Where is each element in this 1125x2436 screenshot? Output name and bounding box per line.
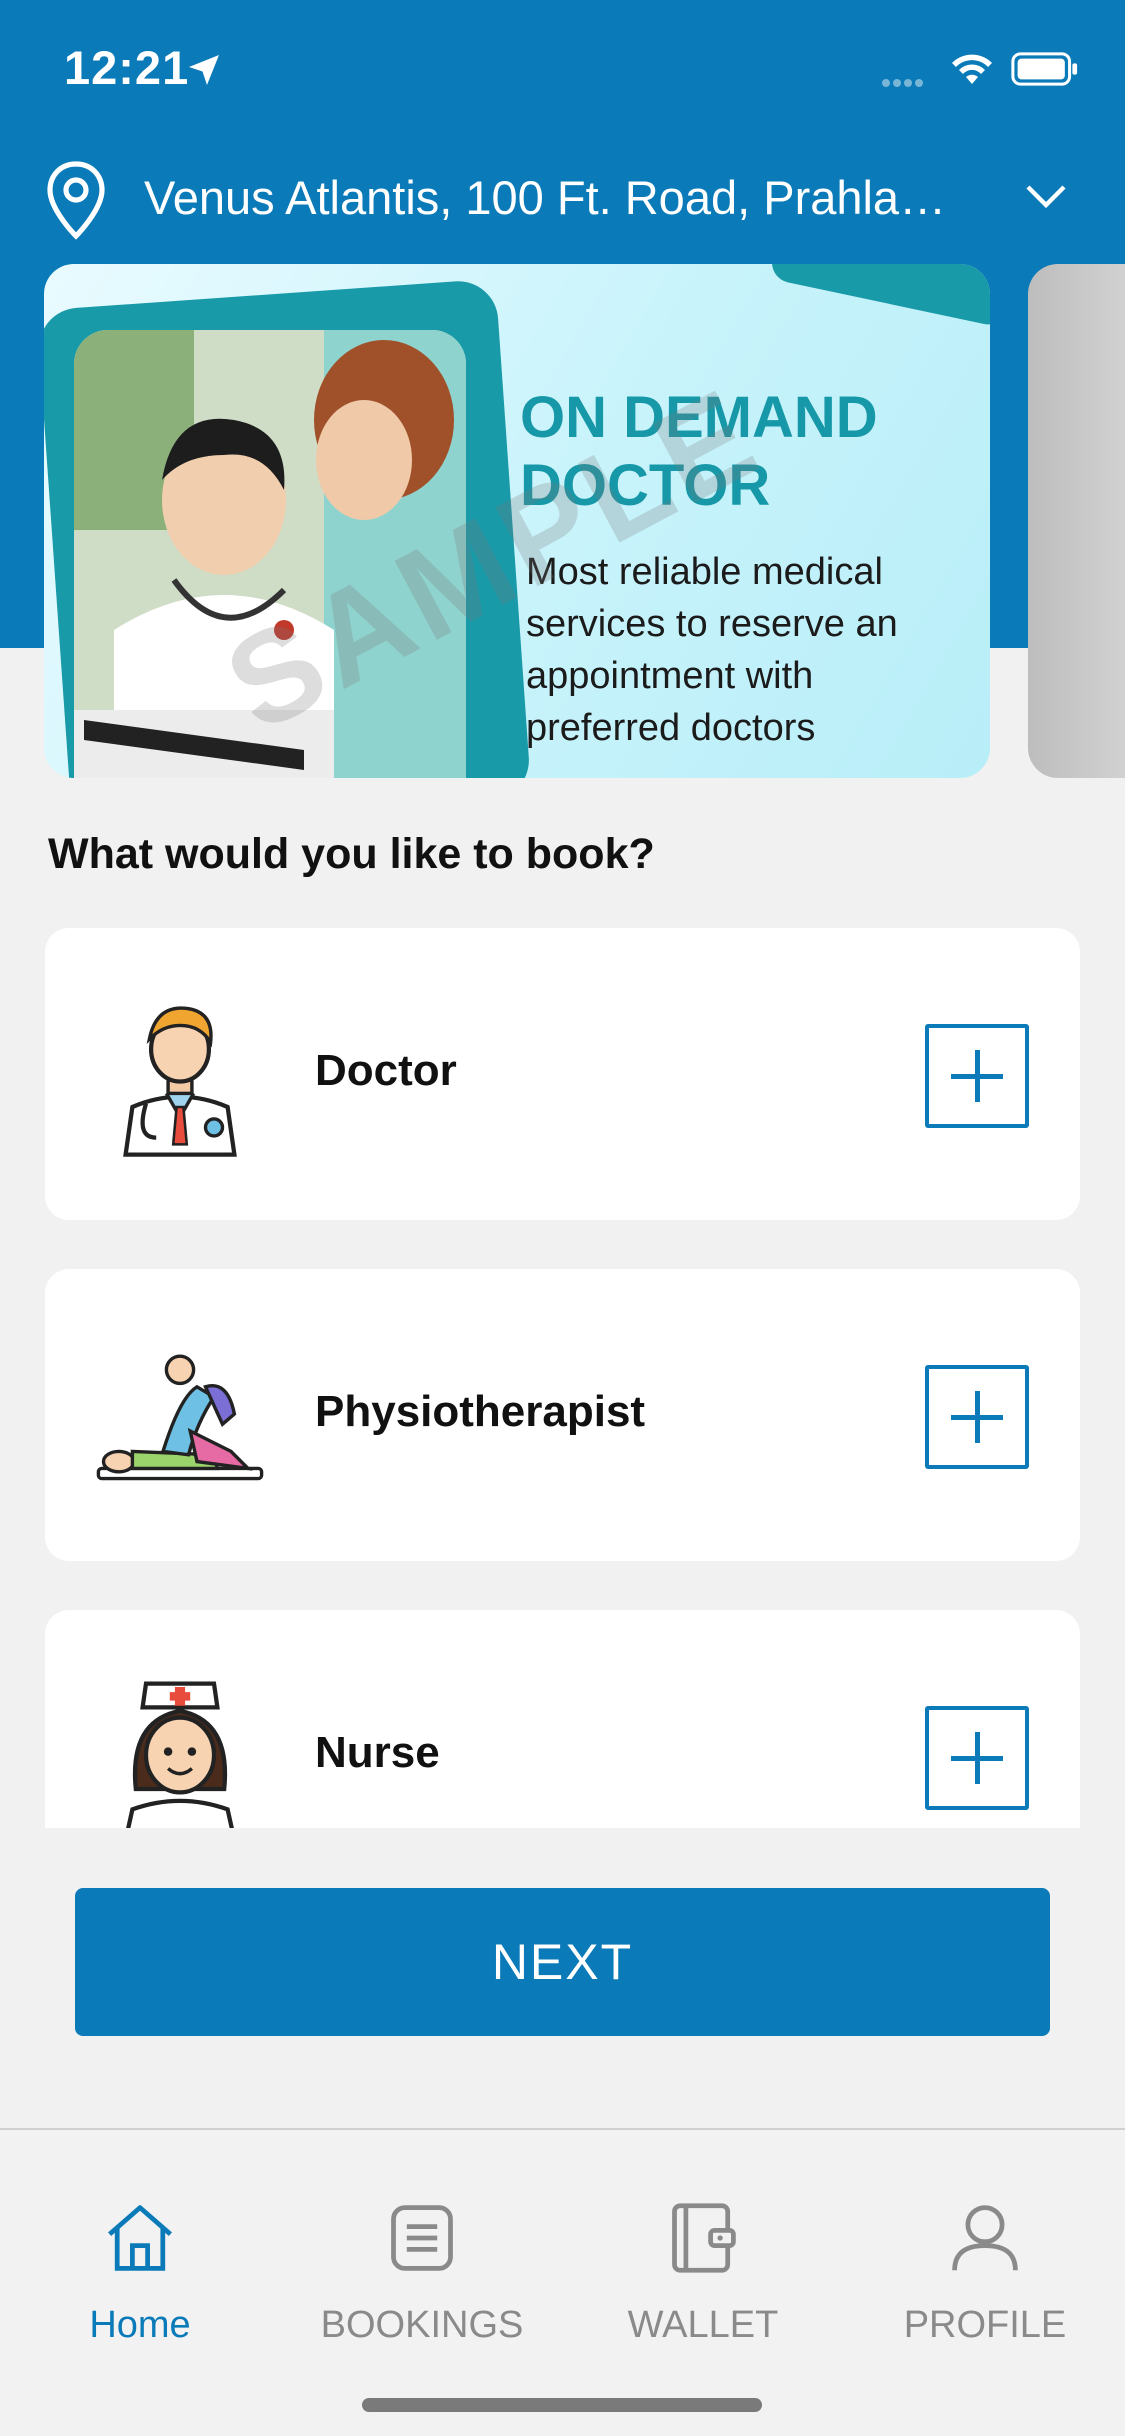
banner-doctor-image [74, 330, 466, 778]
status-time: 12:21 [64, 41, 190, 94]
tab-home[interactable]: Home [0, 2170, 280, 2370]
tab-label: PROFILE [903, 2304, 1067, 2346]
next-button[interactable]: NEXT [75, 1888, 1050, 2036]
physiotherapist-icon [96, 1354, 264, 1481]
add-doctor-button[interactable] [925, 1024, 1029, 1128]
service-card-physiotherapist[interactable]: Physiotherapist [45, 1269, 1080, 1561]
banner-decoration [768, 264, 990, 329]
service-card-nurse[interactable]: Nurse [45, 1610, 1080, 1828]
next-banner-peek[interactable] [1028, 264, 1125, 778]
status-bar: 12:21 [0, 0, 1125, 132]
tab-bookings[interactable]: BOOKINGS [282, 2170, 562, 2370]
bookings-icon [391, 2205, 453, 2271]
section-title: What would you like to book? [48, 830, 655, 878]
wifi-icon [952, 54, 992, 84]
bottom-tab-bar: Home BOOKINGS WALLET PROFILE [0, 2128, 1125, 2436]
battery-icon [1011, 52, 1078, 86]
service-list[interactable]: Doctor Physiotherapist Nurse [0, 920, 1125, 1828]
add-nurse-button[interactable] [925, 1706, 1029, 1810]
nurse-icon [126, 1681, 234, 1828]
home-indicator [362, 2398, 762, 2412]
signal-icon [882, 74, 926, 92]
tab-label: Home [89, 2304, 191, 2346]
doctor-icon [123, 1006, 237, 1157]
tab-label: WALLET [627, 2304, 779, 2346]
service-label: Physiotherapist [315, 1387, 646, 1436]
location-selector[interactable]: Venus Atlantis, 100 Ft. Road, Prahla… [44, 160, 1084, 240]
tab-label: BOOKINGS [320, 2304, 524, 2346]
service-label: Nurse [315, 1728, 440, 1777]
tab-wallet[interactable]: WALLET [563, 2170, 843, 2370]
map-pin-icon [47, 161, 105, 240]
chevron-down-icon[interactable] [1024, 182, 1068, 212]
profile-icon [952, 2205, 1018, 2271]
service-label: Doctor [315, 1046, 457, 1095]
location-arrow-icon [189, 55, 219, 85]
wallet-icon [672, 2203, 736, 2273]
banner-subtitle: Most reliable medical services to reserv… [526, 551, 898, 749]
location-address: Venus Atlantis, 100 Ft. Road, Prahla… [144, 171, 947, 224]
tab-profile[interactable]: PROFILE [845, 2170, 1125, 2370]
add-physiotherapist-button[interactable] [925, 1365, 1029, 1469]
promo-banner[interactable]: ON DEMAND DOCTOR Most reliable medical s… [44, 264, 990, 778]
service-card-doctor[interactable]: Doctor [45, 928, 1080, 1220]
home-icon [108, 2205, 172, 2271]
banner-title: ON DEMAND DOCTOR [520, 385, 878, 518]
